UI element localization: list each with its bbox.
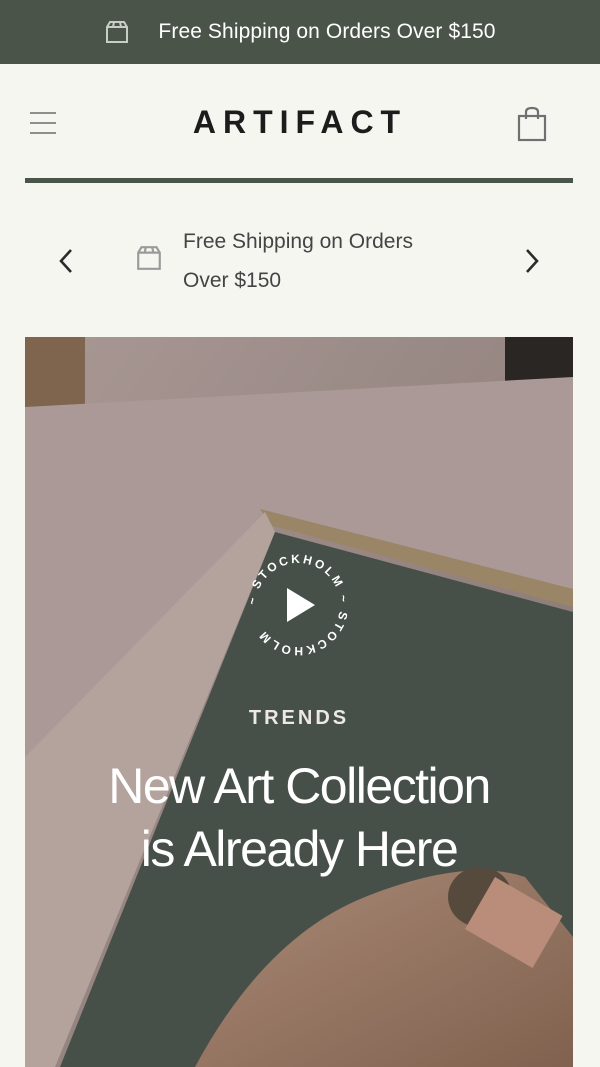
site-header: ARTIFACT xyxy=(0,64,600,184)
header-divider xyxy=(25,178,573,183)
shopping-bag-icon[interactable] xyxy=(516,106,548,142)
site-logo[interactable]: ARTIFACT xyxy=(0,104,600,141)
play-video-button[interactable]: ~ STOCKHOLM ~ STOCKHOLM xyxy=(243,550,353,660)
play-icon xyxy=(287,588,315,622)
promo-line-1: Free Shipping on Orders xyxy=(183,230,413,253)
promo-text: Free Shipping on Orders Over $150 xyxy=(183,222,483,300)
hero-title: New Art Collection is Already Here xyxy=(25,755,573,881)
hero-eyebrow: TRENDS xyxy=(248,707,350,729)
box-icon xyxy=(104,19,130,45)
announcement-text: Free Shipping on Orders Over $150 xyxy=(158,20,496,43)
promo-slider: Free Shipping on Orders Over $150 xyxy=(0,210,600,310)
box-icon xyxy=(135,244,163,277)
promo-line-2: Over $150 xyxy=(183,269,282,292)
chevron-left-icon[interactable] xyxy=(54,246,78,276)
hero-image xyxy=(25,337,573,1067)
chevron-right-icon[interactable] xyxy=(520,246,544,276)
hero-banner[interactable]: ~ STOCKHOLM ~ STOCKHOLM TRENDS New Art C… xyxy=(25,337,573,1067)
hero-title-line-1: New Art Collection xyxy=(108,758,491,814)
announcement-bar: Free Shipping on Orders Over $150 xyxy=(0,0,600,64)
hero-title-line-2: is Already Here xyxy=(140,821,459,877)
